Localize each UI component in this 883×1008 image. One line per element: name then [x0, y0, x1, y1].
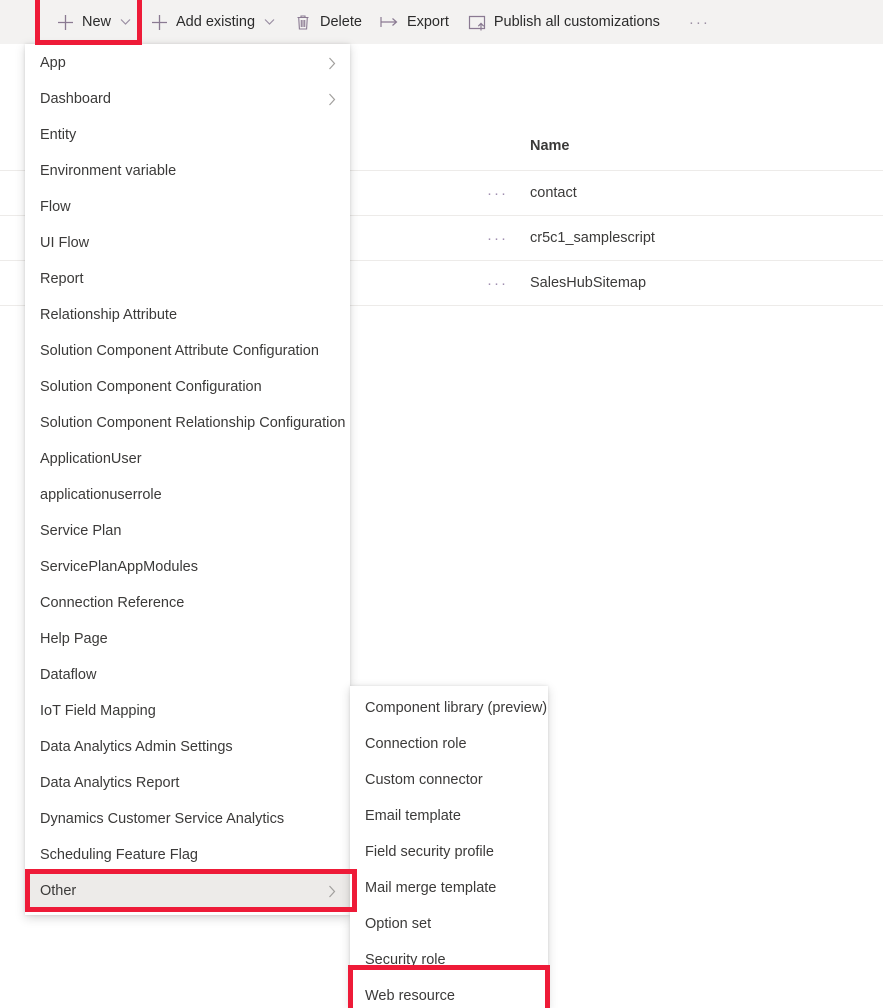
menu-item-label: Other	[40, 883, 77, 899]
trash-icon	[293, 12, 313, 32]
menu-item-dataflow[interactable]: Dataflow	[25, 657, 350, 693]
new-button[interactable]: New	[46, 0, 140, 44]
submenu-item-label: Custom connector	[365, 772, 483, 788]
submenu-item-label: Email template	[365, 808, 461, 824]
menu-item-label: Dataflow	[40, 667, 97, 683]
menu-item-label: Dynamics Customer Service Analytics	[40, 811, 285, 827]
export-button[interactable]: Export	[371, 0, 458, 44]
menu-item-label: applicationuserrole	[40, 487, 162, 503]
menu-item-label: App	[40, 55, 66, 71]
plus-icon	[149, 12, 169, 32]
menu-item-iot-field-mapping[interactable]: IoT Field Mapping	[25, 693, 350, 729]
menu-item-relationship-attribute[interactable]: Relationship Attribute	[25, 297, 350, 333]
menu-item-ui-flow[interactable]: UI Flow	[25, 225, 350, 261]
menu-item-label: Relationship Attribute	[40, 307, 178, 323]
row-name-cell[interactable]: contact	[530, 185, 577, 201]
submenu-item-connection-role[interactable]: Connection role	[350, 726, 548, 762]
menu-item-label: IoT Field Mapping	[40, 703, 156, 719]
menu-item-label: Dashboard	[40, 91, 111, 107]
menu-item-report[interactable]: Report	[25, 261, 350, 297]
submenu-item-email-template[interactable]: Email template	[350, 798, 548, 834]
row-name-cell[interactable]: cr5c1_samplescript	[530, 230, 655, 246]
menu-item-applicationuserrole[interactable]: applicationuserrole	[25, 477, 350, 513]
menu-item-serviceplanappmodules[interactable]: ServicePlanAppModules	[25, 549, 350, 585]
menu-item-entity[interactable]: Entity	[25, 117, 350, 153]
chevron-right-icon	[328, 885, 336, 898]
menu-item-scheduling-feature-flag[interactable]: Scheduling Feature Flag	[25, 837, 350, 873]
menu-item-service-plan[interactable]: Service Plan	[25, 513, 350, 549]
new-button-label: New	[82, 14, 112, 30]
submenu-item-label: Web resource	[365, 988, 455, 1004]
submenu-item-label: Mail merge template	[365, 880, 497, 896]
submenu-item-field-security-profile[interactable]: Field security profile	[350, 834, 548, 870]
chevron-right-icon	[328, 93, 336, 106]
menu-item-connection-reference[interactable]: Connection Reference	[25, 585, 350, 621]
submenu-item-option-set[interactable]: Option set	[350, 906, 548, 942]
menu-item-environment-variable[interactable]: Environment variable	[25, 153, 350, 189]
plus-icon	[55, 12, 75, 32]
menu-item-label: Environment variable	[40, 163, 177, 179]
submenu-item-label: Connection role	[365, 736, 467, 752]
menu-item-label: Data Analytics Admin Settings	[40, 739, 233, 755]
export-arrow-icon	[380, 12, 400, 32]
menu-item-solution-component-relationship-configuration[interactable]: Solution Component Relationship Configur…	[25, 405, 350, 441]
submenu-item-security-role[interactable]: Security role	[350, 942, 548, 978]
submenu-item-label: Field security profile	[365, 844, 494, 860]
menu-item-label: Solution Component Relationship Configur…	[40, 415, 346, 431]
add-existing-label: Add existing	[176, 14, 256, 30]
menu-item-data-analytics-admin-settings[interactable]: Data Analytics Admin Settings	[25, 729, 350, 765]
publish-all-customizations-button[interactable]: Publish all customizations	[458, 0, 669, 44]
row-more-actions-icon[interactable]: ···	[487, 275, 508, 292]
menu-item-label: Service Plan	[40, 523, 122, 539]
submenu-item-custom-connector[interactable]: Custom connector	[350, 762, 548, 798]
menu-item-app[interactable]: App	[25, 45, 350, 81]
menu-item-label: Solution Component Attribute Configurati…	[40, 343, 319, 359]
menu-item-label: ServicePlanAppModules	[40, 559, 198, 575]
row-more-actions-icon[interactable]: ···	[487, 230, 508, 247]
menu-item-label: Connection Reference	[40, 595, 185, 611]
submenu-item-web-resource[interactable]: Web resource	[350, 978, 548, 1008]
menu-item-solution-component-configuration[interactable]: Solution Component Configuration	[25, 369, 350, 405]
menu-item-label: Report	[40, 271, 84, 287]
new-flyout-menu: App Dashboard Entity Environment variabl…	[25, 44, 350, 915]
publish-icon	[467, 12, 487, 32]
column-header-name[interactable]: Name	[530, 138, 570, 154]
submenu-item-component-library[interactable]: Component library (preview)	[350, 690, 548, 726]
chevron-down-icon	[264, 18, 275, 26]
menu-item-label: Help Page	[40, 631, 108, 647]
menu-item-label: ApplicationUser	[40, 451, 142, 467]
other-submenu-flyout: Component library (preview) Connection r…	[350, 686, 548, 1008]
menu-item-applicationuser[interactable]: ApplicationUser	[25, 441, 350, 477]
delete-button-label: Delete	[320, 14, 362, 30]
menu-item-solution-component-attribute-configuration[interactable]: Solution Component Attribute Configurati…	[25, 333, 350, 369]
row-name-cell[interactable]: SalesHubSitemap	[530, 275, 646, 291]
menu-item-label: Flow	[40, 199, 71, 215]
overflow-menu-icon[interactable]: ···	[679, 0, 720, 44]
menu-item-label: UI Flow	[40, 235, 90, 251]
menu-item-data-analytics-report[interactable]: Data Analytics Report	[25, 765, 350, 801]
chevron-down-icon	[120, 18, 131, 26]
delete-button[interactable]: Delete	[284, 0, 371, 44]
menu-item-label: Solution Component Configuration	[40, 379, 262, 395]
publish-all-customizations-label: Publish all customizations	[493, 14, 660, 30]
menu-item-other[interactable]: Other	[25, 873, 350, 909]
submenu-item-mail-merge-template[interactable]: Mail merge template	[350, 870, 548, 906]
submenu-item-label: Component library (preview)	[365, 700, 548, 716]
app-root: Name ··· contact ··· cr5c1_samplescript …	[0, 0, 883, 1008]
row-more-actions-icon[interactable]: ···	[487, 185, 508, 202]
menu-item-flow[interactable]: Flow	[25, 189, 350, 225]
menu-item-help-page[interactable]: Help Page	[25, 621, 350, 657]
add-existing-button[interactable]: Add existing	[140, 0, 284, 44]
chevron-right-icon	[328, 57, 336, 70]
export-button-label: Export	[406, 14, 449, 30]
menu-item-dynamics-customer-service-analytics[interactable]: Dynamics Customer Service Analytics	[25, 801, 350, 837]
menu-item-label: Data Analytics Report	[40, 775, 180, 791]
submenu-item-label: Option set	[365, 916, 432, 932]
submenu-item-label: Security role	[365, 952, 446, 968]
menu-item-label: Entity	[40, 127, 77, 143]
menu-item-label: Scheduling Feature Flag	[40, 847, 198, 863]
menu-item-dashboard[interactable]: Dashboard	[25, 81, 350, 117]
command-bar: New Add existing Delete Export Publish a…	[0, 0, 883, 44]
